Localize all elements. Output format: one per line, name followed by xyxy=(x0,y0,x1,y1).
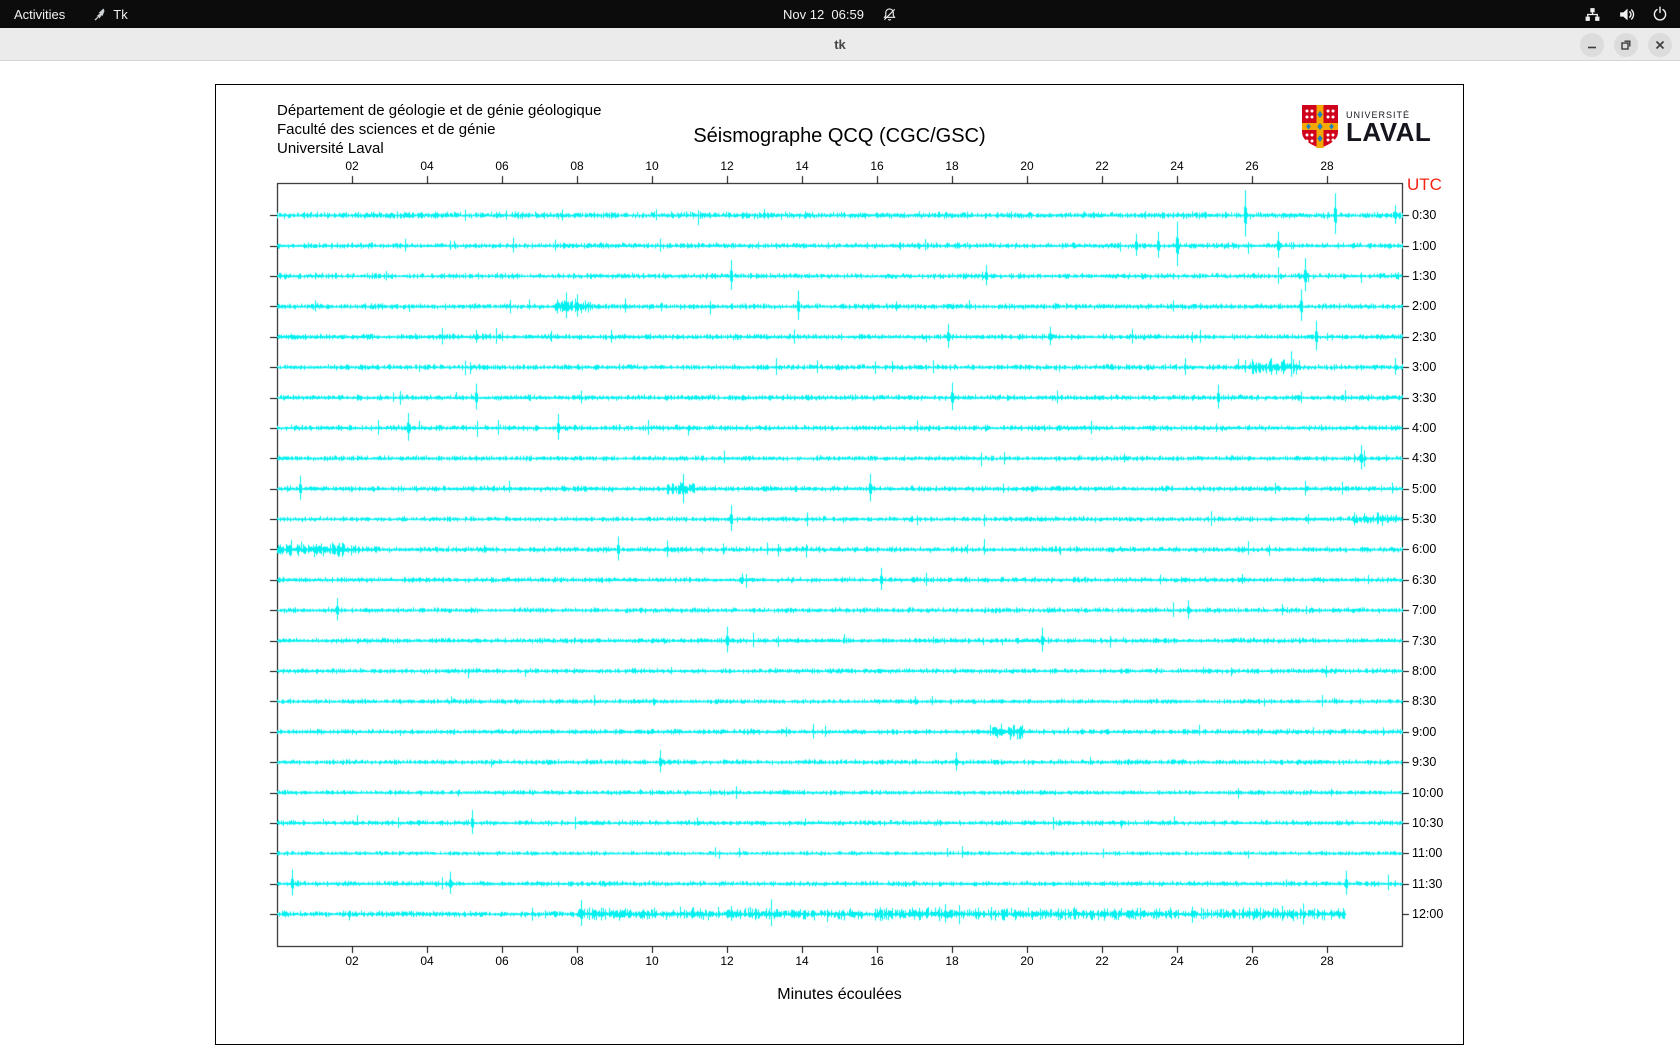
gnome-top-bar: Activities Tk Nov 12 06:59 xyxy=(0,0,1680,28)
window-titlebar[interactable]: tk xyxy=(0,28,1680,61)
network-wired-icon[interactable] xyxy=(1584,6,1601,23)
trace-time-label: 1:30 xyxy=(1412,269,1437,284)
trace-time-label: 4:00 xyxy=(1412,420,1437,435)
close-button[interactable] xyxy=(1648,32,1672,57)
trace-time-label: 8:00 xyxy=(1412,664,1437,678)
x-tick-label-bottom: 12 xyxy=(720,954,734,968)
focused-app-name: Tk xyxy=(113,6,128,22)
x-tick-label-bottom: 20 xyxy=(1020,954,1034,968)
x-tick-label-bottom: 14 xyxy=(795,954,809,968)
trace-time-label: 9:00 xyxy=(1412,724,1437,739)
trace-time-label: 1:00 xyxy=(1412,238,1437,253)
tk-window-content: Département de géologie et de génie géol… xyxy=(0,61,1680,1050)
x-tick-label-top: 18 xyxy=(945,159,959,173)
trace-time-label: 3:30 xyxy=(1412,390,1437,405)
trace-time-label: 11:00 xyxy=(1412,846,1443,861)
x-tick-label-top: 10 xyxy=(645,159,659,173)
trace-time-label: 2:30 xyxy=(1412,329,1437,344)
plot-title: Séismographe QCQ (CGC/GSC) xyxy=(693,125,986,147)
header-line-1: Département de géologie et de génie géol… xyxy=(277,102,602,119)
x-tick-label-top: 22 xyxy=(1095,159,1109,173)
trace-time-label: 2:00 xyxy=(1412,299,1437,314)
tk-feather-icon xyxy=(94,8,105,20)
trace-time-label: 9:30 xyxy=(1412,755,1437,770)
power-icon[interactable] xyxy=(1652,6,1668,22)
x-tick-label-bottom: 06 xyxy=(495,954,509,968)
trace-time-label: 7:30 xyxy=(1412,633,1437,648)
minimize-button[interactable] xyxy=(1580,32,1604,57)
notifications-disabled-icon xyxy=(883,7,896,21)
x-tick-label-top: 12 xyxy=(720,159,734,173)
seismograph-frame: Département de géologie et de génie géol… xyxy=(215,84,1464,1045)
trace-time-label: 3:00 xyxy=(1412,360,1437,375)
x-tick-label-top: 02 xyxy=(345,159,359,173)
trace-time-label: 6:00 xyxy=(1412,542,1437,557)
utc-label: UTC xyxy=(1407,175,1442,194)
volume-icon[interactable] xyxy=(1618,6,1635,23)
maximize-icon xyxy=(1621,40,1631,50)
close-icon xyxy=(1655,40,1665,49)
trace-time-label: 10:30 xyxy=(1412,815,1444,830)
x-tick-label-bottom: 26 xyxy=(1245,954,1259,968)
logo-large-text: LAVAL xyxy=(1346,116,1432,147)
x-tick-label-top: 24 xyxy=(1170,159,1184,173)
x-tick-label-bottom: 18 xyxy=(945,954,959,968)
activities-button[interactable]: Activities xyxy=(14,7,65,22)
x-tick-label-bottom: 08 xyxy=(570,954,584,968)
laval-shield-icon xyxy=(1302,105,1338,148)
x-tick-label-top: 14 xyxy=(795,159,809,173)
x-tick-label-bottom: 22 xyxy=(1095,954,1109,968)
x-tick-label-top: 28 xyxy=(1320,159,1334,173)
x-axis-title: Minutes écoulées xyxy=(777,986,902,1003)
x-tick-label-top: 26 xyxy=(1245,159,1259,173)
x-tick-label-top: 04 xyxy=(420,159,434,173)
trace-time-label: 5:00 xyxy=(1412,481,1437,496)
x-tick-label-bottom: 10 xyxy=(645,954,659,968)
trace-time-label: 11:30 xyxy=(1412,876,1443,891)
x-tick-label-bottom: 16 xyxy=(870,954,884,968)
clock-label: Nov 12 06:59 xyxy=(783,6,864,22)
trace-time-label: 6:30 xyxy=(1412,572,1437,587)
trace-time-label: 8:30 xyxy=(1412,694,1437,709)
focused-app-indicator[interactable]: Tk xyxy=(91,6,128,22)
x-tick-label-top: 16 xyxy=(870,159,884,173)
minimize-icon xyxy=(1588,46,1596,48)
x-tick-label-bottom: 02 xyxy=(345,954,359,968)
x-tick-label-bottom: 24 xyxy=(1170,954,1184,968)
trace-time-label: 12:00 xyxy=(1412,907,1444,922)
x-tick-label-bottom: 28 xyxy=(1320,954,1334,968)
laval-logo-text: UNIVERSITÉ LAVAL xyxy=(1346,110,1432,147)
x-tick-label-bottom: 04 xyxy=(420,954,434,968)
x-tick-label-top: 20 xyxy=(1020,159,1034,173)
seismograph-canvas xyxy=(216,85,1463,1044)
trace-time-label: 5:30 xyxy=(1412,512,1437,527)
trace-time-label: 7:00 xyxy=(1412,603,1437,618)
trace-time-label: 4:30 xyxy=(1412,451,1437,466)
x-tick-label-top: 06 xyxy=(495,159,509,173)
maximize-button[interactable] xyxy=(1614,32,1638,57)
system-status-area[interactable] xyxy=(1584,0,1668,28)
trace-time-label: 10:00 xyxy=(1412,785,1444,800)
x-tick-label-top: 08 xyxy=(570,159,584,173)
clock-button[interactable]: Nov 12 06:59 xyxy=(783,7,897,22)
window-title: tk xyxy=(834,36,846,52)
universite-laval-logo: UNIVERSITÉ LAVAL xyxy=(1301,104,1431,149)
trace-time-label: 0:30 xyxy=(1412,208,1437,223)
